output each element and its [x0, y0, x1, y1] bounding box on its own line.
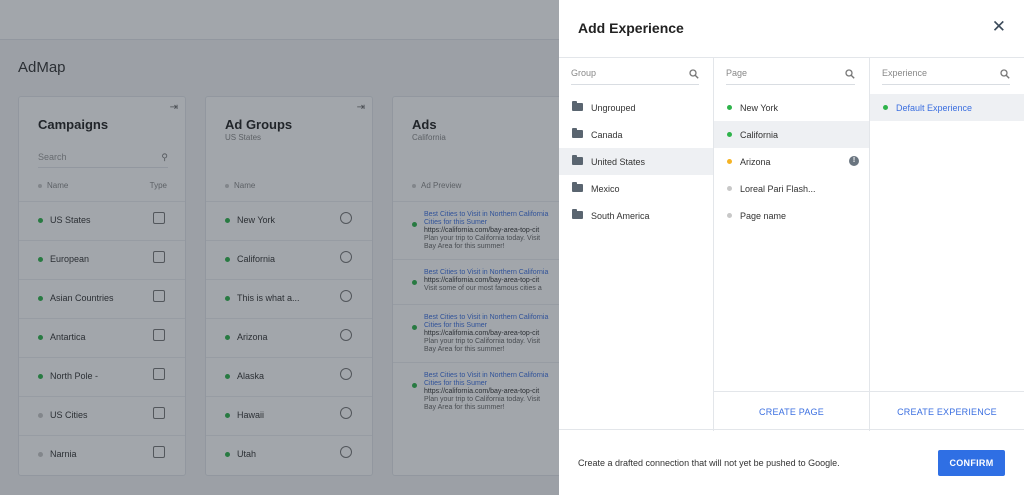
group-item[interactable]: Mexico — [559, 175, 713, 202]
close-icon[interactable]: ✕ — [992, 17, 1006, 37]
group-label: Canada — [591, 130, 623, 140]
folder-icon — [572, 182, 583, 192]
group-item[interactable]: Ungrouped — [559, 94, 713, 121]
folder-icon — [572, 155, 583, 165]
group-label: South America — [591, 211, 650, 221]
page-item[interactable]: Loreal Pari Flash... — [714, 175, 869, 202]
dialog-body: Group Ungrouped Canada United States Mexico… — [559, 57, 1024, 431]
add-experience-dialog: Add Experience ✕ Group Ungrouped Canada Un… — [559, 0, 1024, 495]
info-icon[interactable]: ! — [849, 156, 859, 166]
page-pane: Page New York California Arizona! Loreal Pa… — [714, 58, 870, 431]
group-search-input[interactable]: Group — [571, 68, 699, 85]
group-item[interactable]: South America — [559, 202, 713, 229]
status-dot — [727, 105, 732, 110]
group-item[interactable]: United States — [559, 148, 713, 175]
group-label: Ungrouped — [591, 103, 636, 113]
page-item[interactable]: New York — [714, 94, 869, 121]
create-experience-button[interactable]: CREATE EXPERIENCE — [870, 391, 1024, 431]
status-dot — [727, 159, 732, 164]
page-placeholder: Page — [726, 68, 748, 78]
footer-note: Create a drafted connection that will no… — [578, 458, 840, 468]
page-label: Arizona — [740, 157, 771, 167]
page-label: New York — [740, 103, 779, 113]
page-label: Page name — [740, 211, 787, 221]
group-pane: Group Ungrouped Canada United States Mexico… — [559, 58, 714, 431]
search-icon — [689, 69, 699, 79]
page-search-input[interactable]: Page — [726, 68, 855, 85]
folder-icon — [572, 101, 583, 111]
group-label: United States — [591, 157, 646, 167]
experience-pane: Experience Default Experience CREATE EXP… — [870, 58, 1024, 431]
page-label: Loreal Pari Flash... — [740, 184, 816, 194]
status-dot — [727, 213, 732, 218]
status-dot — [727, 186, 732, 191]
confirm-button[interactable]: CONFIRM — [938, 450, 1005, 476]
dialog-title: Add Experience — [578, 20, 684, 36]
folder-icon — [572, 209, 583, 219]
page-item[interactable]: Arizona! — [714, 148, 869, 175]
page-label: California — [740, 130, 779, 140]
folder-icon — [572, 128, 583, 138]
experience-label: Default Experience — [896, 103, 973, 113]
group-placeholder: Group — [571, 68, 597, 78]
status-dot — [883, 105, 888, 110]
group-item[interactable]: Canada — [559, 121, 713, 148]
search-icon — [1000, 69, 1010, 79]
experience-placeholder: Experience — [882, 68, 928, 78]
group-label: Mexico — [591, 184, 620, 194]
experience-item[interactable]: Default Experience — [870, 94, 1024, 121]
create-page-button[interactable]: CREATE PAGE — [714, 391, 869, 431]
page-item[interactable]: Page name — [714, 202, 869, 229]
search-icon — [845, 69, 855, 79]
page-item[interactable]: California — [714, 121, 869, 148]
status-dot — [727, 132, 732, 137]
experience-search-input[interactable]: Experience — [882, 68, 1010, 85]
